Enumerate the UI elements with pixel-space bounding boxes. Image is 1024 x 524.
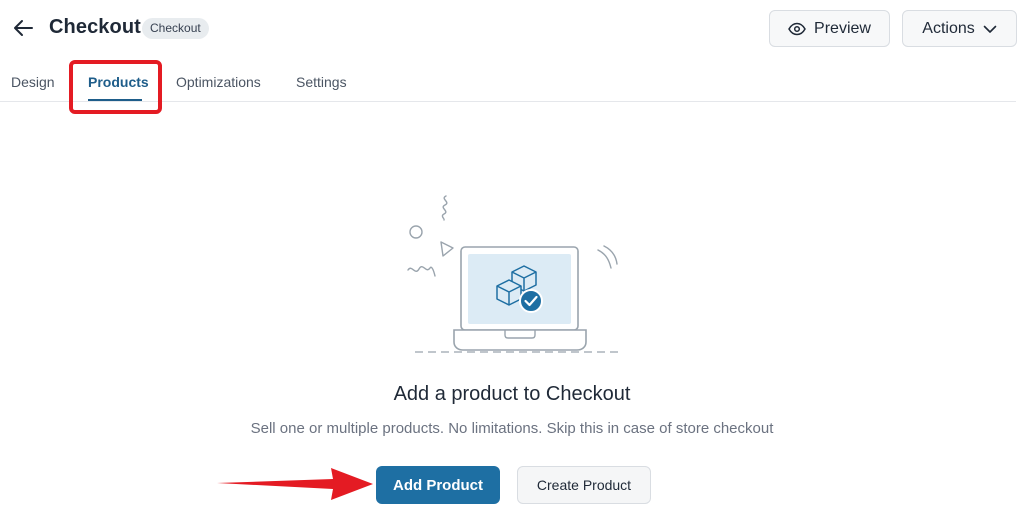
- empty-state-title: Add a product to Checkout: [393, 383, 631, 405]
- empty-state-subtitle: Sell one or multiple products. No limita…: [250, 420, 774, 437]
- page-header: Checkout Checkout Preview Actions: [0, 0, 1024, 56]
- tab-design[interactable]: Design: [11, 74, 55, 90]
- page-title: Checkout: [49, 16, 141, 38]
- type-badge: Checkout: [142, 18, 209, 39]
- back-button[interactable]: [10, 14, 38, 42]
- actions-button[interactable]: Actions: [902, 10, 1017, 47]
- eye-icon: [788, 22, 806, 35]
- add-product-button[interactable]: Add Product: [376, 466, 500, 504]
- annotation-arrow-icon: [217, 468, 373, 500]
- preview-label: Preview: [814, 19, 871, 37]
- laptop-product-illustration: [407, 195, 620, 353]
- annotation-highlight-box: [69, 60, 162, 114]
- tab-settings[interactable]: Settings: [296, 74, 347, 90]
- tab-optimizations[interactable]: Optimizations: [176, 74, 261, 90]
- chevron-down-icon: [983, 25, 997, 33]
- preview-button[interactable]: Preview: [769, 10, 890, 47]
- check-circle-icon: [519, 289, 543, 313]
- create-product-button[interactable]: Create Product: [517, 466, 651, 504]
- actions-label: Actions: [922, 19, 975, 37]
- back-arrow-icon: [14, 20, 33, 36]
